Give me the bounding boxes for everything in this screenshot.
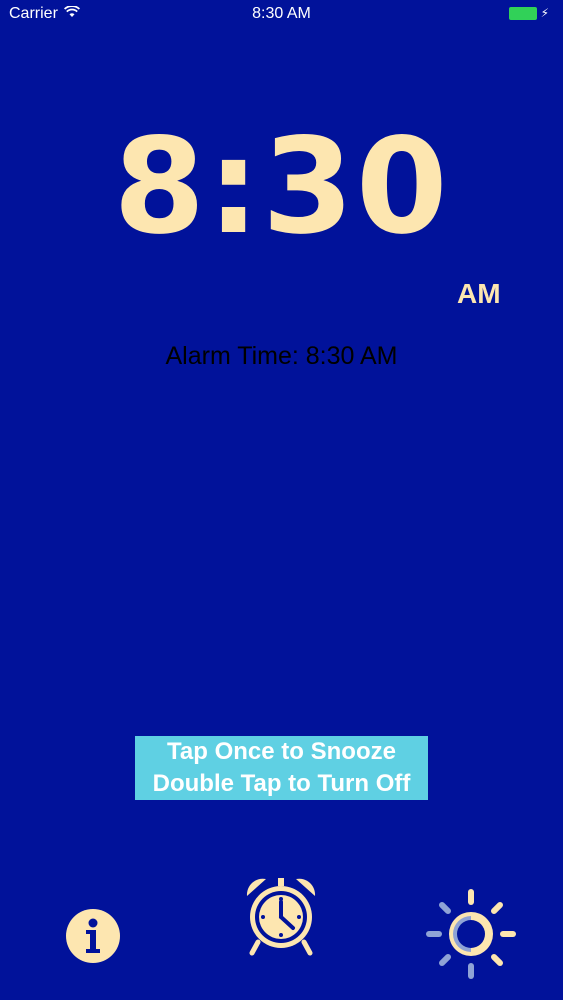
snooze-instruction-line: Tap Once to Snooze — [167, 738, 396, 765]
clock-time: 8:30 — [113, 110, 450, 264]
alarm-clock-icon — [246, 878, 316, 956]
alarm-time-label: Alarm Time: 8:30 AM — [165, 342, 398, 370]
clock-period: AM — [457, 278, 501, 309]
status-right: ⚡ — [508, 6, 549, 20]
status-bar: Carrier 8:30 AM ⚡ — [0, 0, 563, 30]
charging-bolt-icon: ⚡ — [540, 6, 549, 20]
status-time: 8:30 AM — [252, 5, 311, 22]
turn-off-instruction-line: Double Tap to Turn Off — [152, 770, 411, 797]
alarm-button[interactable] — [242, 872, 320, 956]
info-button[interactable] — [65, 908, 121, 964]
brightness-icon — [426, 889, 516, 979]
battery-icon — [508, 7, 537, 20]
brightness-button[interactable] — [425, 888, 517, 980]
info-icon — [66, 909, 120, 963]
snooze-instructions[interactable]: Tap Once to Snooze Double Tap to Turn Of… — [135, 736, 428, 800]
